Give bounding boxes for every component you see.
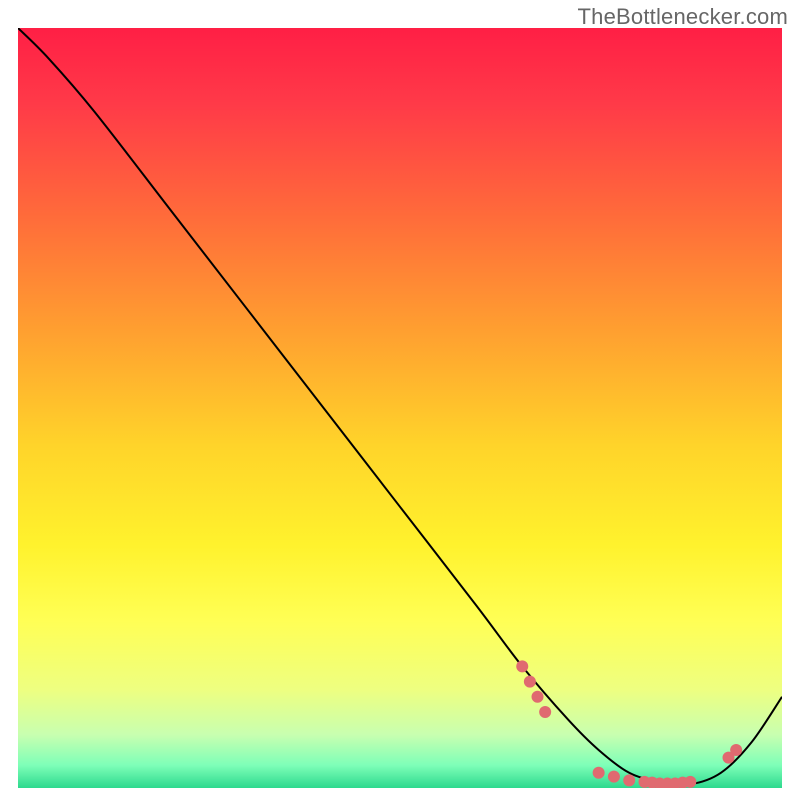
chart-background	[18, 28, 782, 788]
marker-dot	[684, 776, 696, 788]
plot-area	[18, 28, 782, 788]
marker-dot	[516, 660, 528, 672]
marker-dot	[730, 744, 742, 756]
marker-dot	[532, 691, 544, 703]
chart-svg	[18, 28, 782, 788]
watermark-text: TheBottlenecker.com	[578, 4, 788, 30]
chart-container: TheBottlenecker.com	[0, 0, 800, 800]
marker-dot	[524, 676, 536, 688]
marker-dot	[539, 706, 551, 718]
marker-dot	[608, 771, 620, 783]
marker-dot	[623, 774, 635, 786]
marker-dot	[593, 767, 605, 779]
